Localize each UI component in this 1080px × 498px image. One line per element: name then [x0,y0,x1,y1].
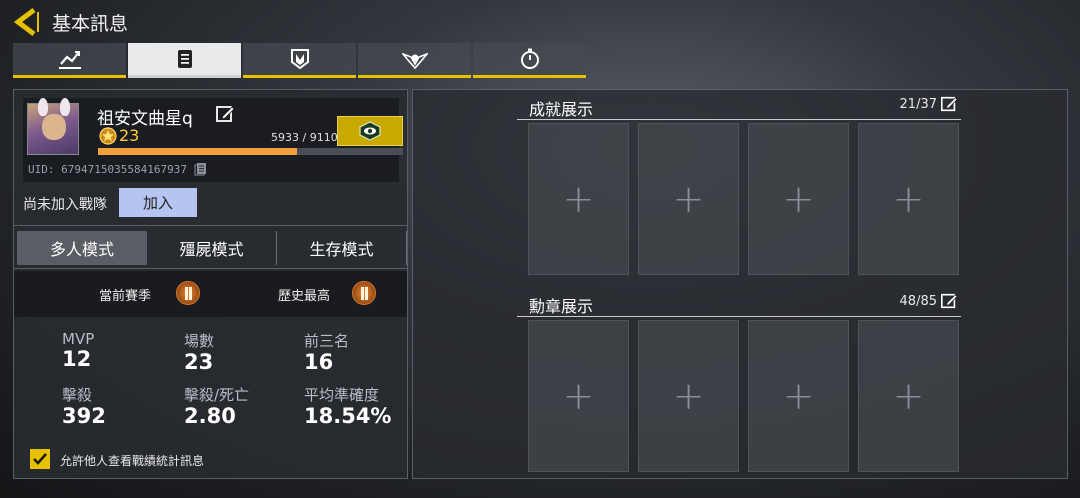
stat-label: MVP [62,330,95,348]
medal-slot[interactable]: + [858,320,959,472]
edit-medals-icon[interactable] [940,292,958,310]
medals-header: 勳章展示 48/85 [517,289,961,317]
tab-badge[interactable] [358,43,471,78]
achievement-slot[interactable]: + [528,123,629,275]
player-uid: UID: 6794715035584167937 [28,163,187,176]
add-icon: + [562,177,595,221]
achievement-slot[interactable]: + [638,123,739,275]
tab-basic-info[interactable] [128,43,241,78]
allow-stats-label: 允許他人查看戰績統計訊息 [60,454,205,468]
stat-label: 平均準確度 [304,386,380,404]
top-bar: 基本訊息 [0,0,1080,40]
showcase-panel: 成就展示 21/37 + + + + 勳章展示 48/85 + + + + [412,89,1068,479]
medal-slots: + + + + [528,320,959,472]
add-icon: + [672,177,705,221]
add-icon: + [892,177,925,221]
level-star-icon [99,127,117,145]
stat-kd-ratio: 擊殺/死亡 2.80 [184,384,249,427]
xp-progress-fill [98,148,297,155]
current-season-rank-icon[interactable] [176,281,200,305]
edit-name-icon[interactable] [215,104,235,124]
medals-title: 勳章展示 [529,297,594,316]
achievement-slot[interactable]: + [858,123,959,275]
add-icon: + [782,374,815,418]
achievement-slot[interactable]: + [748,123,849,275]
add-icon: + [782,177,815,221]
achievements-header: 成就展示 21/37 [517,92,961,120]
achievements-title: 成就展示 [529,100,594,119]
player-info-panel: 祖安文曲星q 23 5933 / 9110 UID: 6794715035584… [13,89,408,479]
profile-card: 祖安文曲星q 23 5933 / 9110 UID: 6794715035584… [23,98,403,182]
stat-value: 392 [62,404,106,428]
stat-value: 16 [304,350,334,374]
stat-value: 12 [62,347,92,371]
player-name: 祖安文曲星q [97,109,193,129]
stat-accuracy: 平均準確度 18.54% [304,384,391,427]
tab-timer[interactable] [473,43,586,78]
tab-zombie[interactable]: 殭屍模式 [147,231,277,265]
check-icon [33,453,47,465]
stat-label: 擊殺/死亡 [184,386,250,404]
clan-status: 尚未加入戰隊 [23,197,107,213]
tab-multiplayer[interactable]: 多人模式 [17,231,147,265]
xp-text: 5933 / 9110 [271,131,338,144]
stat-value: 23 [184,350,214,374]
join-clan-button[interactable]: 加入 [119,188,197,217]
achievements-count: 21/37 [899,97,937,112]
page-title: 基本訊息 [52,13,129,35]
medals-count: 48/85 [899,294,937,309]
stat-kills: 擊殺 392 [62,384,106,427]
allow-stats-checkbox[interactable] [30,449,50,469]
info-tabs [13,43,586,78]
stat-label: 前三名 [304,332,350,350]
edit-achievements-icon[interactable] [940,95,958,113]
history-best-label[interactable]: 歷史最高 [278,285,330,304]
tab-survival[interactable]: 生存模式 [277,231,407,265]
stat-value: 2.80 [184,404,236,428]
stat-label: 擊殺 [62,386,93,404]
stat-label: 場數 [184,332,215,350]
divider [14,225,407,226]
achievement-slots: + + + + [528,123,959,275]
add-icon: + [892,374,925,418]
stat-matches: 場數 23 [184,330,214,373]
xp-progress-bar [98,148,403,155]
stats-chart-icon [58,51,81,69]
winged-badge-icon [401,52,428,70]
avatar[interactable] [27,98,79,155]
emblem-shield-icon [290,49,309,70]
tab-emblem[interactable] [243,43,356,78]
current-season-label[interactable]: 當前賽季 [99,285,151,304]
medal-slot[interactable]: + [528,320,629,472]
clipboard-icon [177,50,192,68]
mode-tabs: 多人模式 殭屍模式 生存模式 [17,231,407,265]
add-icon: + [562,374,595,418]
rank-badge-button[interactable] [337,116,403,146]
stat-value: 18.54% [304,404,392,428]
medal-slot[interactable]: + [638,320,739,472]
player-level: 23 [119,126,140,145]
season-row: 當前賽季 歷史最高 [14,271,407,317]
back-arrow-icon[interactable] [12,8,42,36]
copy-icon[interactable] [194,162,208,176]
stat-top-three: 前三名 16 [304,330,349,373]
medal-slot[interactable]: + [748,320,849,472]
history-best-rank-icon[interactable] [352,281,376,305]
rank-eye-icon [359,121,381,141]
add-icon: + [672,374,705,418]
stat-mvp: MVP 12 [62,330,94,370]
divider [14,268,407,269]
stopwatch-icon [520,48,539,69]
tab-stats[interactable] [13,43,126,78]
